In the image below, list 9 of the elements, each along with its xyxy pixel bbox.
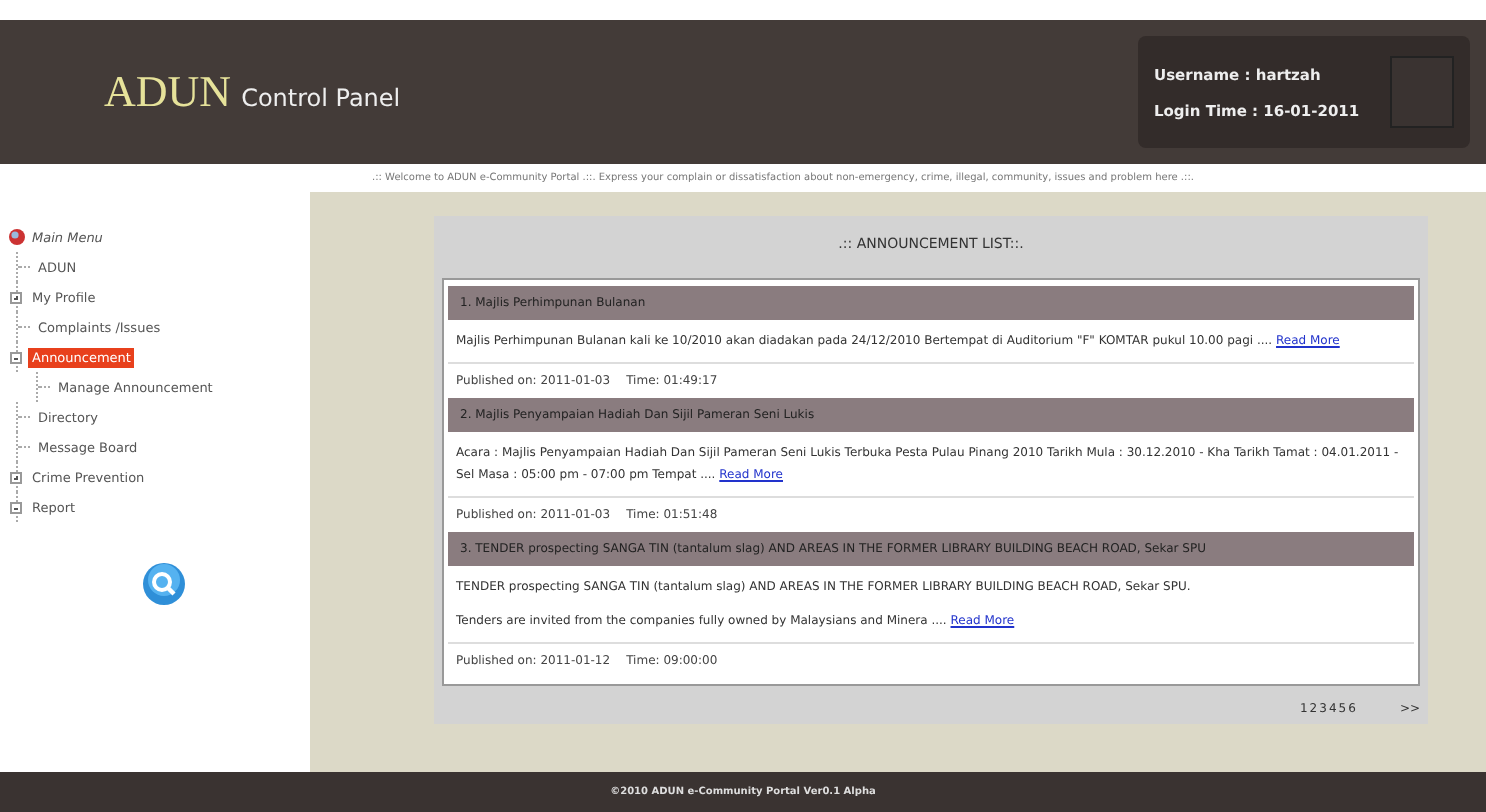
expand-icon[interactable] bbox=[10, 471, 22, 483]
avatar-frame bbox=[1390, 56, 1454, 128]
search-icon[interactable] bbox=[142, 562, 186, 606]
logo-subtitle: Control Panel bbox=[241, 84, 401, 112]
collapse-icon[interactable] bbox=[10, 501, 22, 513]
expand-icon[interactable] bbox=[10, 291, 22, 303]
menu-globe-icon bbox=[8, 228, 26, 246]
logo-title: ADUN bbox=[104, 66, 232, 118]
collapse-icon[interactable] bbox=[10, 351, 22, 363]
